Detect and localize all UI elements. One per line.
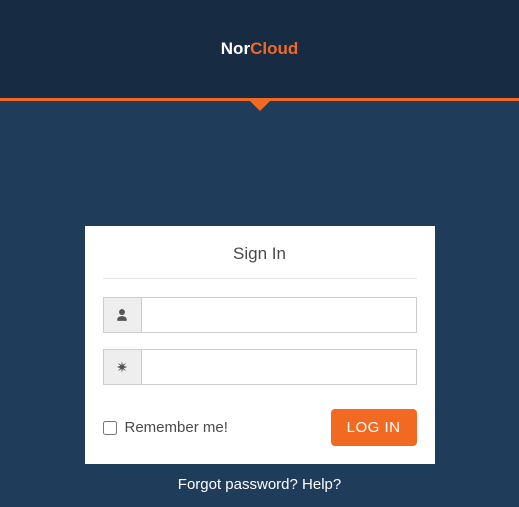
password-group xyxy=(103,349,417,385)
forgot-password-link[interactable]: Forgot password? xyxy=(178,476,298,493)
brand-logo: NorCloud xyxy=(221,39,298,59)
user-icon xyxy=(103,297,141,333)
brand-part1: Nor xyxy=(221,39,250,58)
card-divider xyxy=(103,278,417,279)
username-input[interactable] xyxy=(141,297,417,333)
password-input[interactable] xyxy=(141,349,417,385)
remember-me-label: Remember me! xyxy=(125,419,228,436)
asterisk-icon xyxy=(103,349,141,385)
remember-me[interactable]: Remember me! xyxy=(103,419,228,436)
divider-notch-icon xyxy=(247,98,273,111)
header-divider xyxy=(0,98,519,101)
login-card: Sign In Remember me! LOG IN xyxy=(85,226,435,464)
form-actions-row: Remember me! LOG IN xyxy=(103,401,417,452)
login-card-container: Sign In Remember me! LOG IN xyxy=(0,101,519,464)
footer-links: Forgot password? Help? xyxy=(0,476,519,493)
card-title: Sign In xyxy=(103,244,417,278)
help-link[interactable]: Help? xyxy=(302,476,341,493)
username-group xyxy=(103,297,417,333)
remember-me-checkbox[interactable] xyxy=(103,421,117,435)
login-button[interactable]: LOG IN xyxy=(331,409,417,446)
app-header: NorCloud xyxy=(0,0,519,98)
brand-part2: Cloud xyxy=(250,39,298,58)
